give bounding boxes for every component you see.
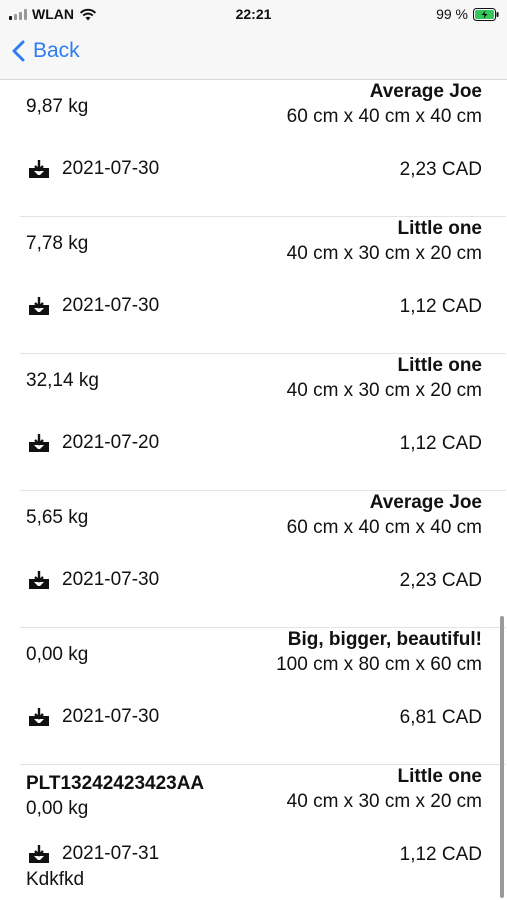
ship-date: 2021-07-31: [62, 843, 160, 864]
list-item[interactable]: PLT13242423423AA Little one 0,00 kg 40 c…: [20, 765, 506, 900]
package-title: Little one: [397, 766, 482, 787]
package-weight: 0,00 kg: [26, 798, 89, 819]
price: 1,12 CAD: [399, 433, 482, 454]
package-title: Big, bigger, beautiful!: [287, 629, 482, 650]
price: 2,23 CAD: [399, 159, 482, 180]
price: 1,12 CAD: [399, 844, 482, 865]
back-button[interactable]: Back: [12, 39, 80, 63]
date-group: 2021-07-30: [26, 569, 159, 591]
status-right: 99 %: [436, 6, 499, 22]
package-dimensions: 40 cm x 30 cm x 20 cm: [286, 791, 482, 812]
date-group: 2021-07-30: [26, 158, 159, 180]
package-dimensions: 60 cm x 40 cm x 40 cm: [286, 517, 482, 538]
list-item[interactable]: Little one 7,78 kg 40 cm x 30 cm x 20 cm…: [20, 217, 506, 354]
tray-download-icon: [29, 434, 49, 452]
date-group: 2021-07-20: [26, 432, 159, 454]
date-group: 2021-07-30: [26, 706, 159, 728]
list-item[interactable]: Average Joe 9,87 kg 60 cm x 40 cm x 40 c…: [20, 80, 506, 217]
package-weight: 5,65 kg: [26, 507, 89, 528]
package-title: Little one: [397, 355, 482, 376]
ship-date: 2021-07-30: [62, 158, 160, 179]
package-dimensions: 40 cm x 30 cm x 20 cm: [286, 243, 482, 264]
shipment-list: Average Joe 9,87 kg 60 cm x 40 cm x 40 c…: [0, 80, 507, 900]
package-title: Average Joe: [369, 492, 482, 513]
price: 2,23 CAD: [399, 570, 482, 591]
ship-date: 2021-07-30: [62, 295, 160, 316]
ship-date: 2021-07-20: [62, 432, 160, 453]
package-weight: 9,87 kg: [26, 96, 89, 117]
navigation-bar: Back: [0, 30, 507, 80]
package-dimensions: 40 cm x 30 cm x 20 cm: [286, 380, 482, 401]
package-weight: 7,78 kg: [26, 233, 89, 254]
package-title: Little one: [397, 218, 482, 239]
scrollbar[interactable]: [500, 616, 504, 898]
date-group: 2021-07-30: [26, 295, 159, 317]
price: 6,81 CAD: [399, 707, 482, 728]
back-label: Back: [33, 39, 80, 62]
ship-date: 2021-07-30: [62, 706, 160, 727]
list-item[interactable]: Big, bigger, beautiful! 0,00 kg 100 cm x…: [20, 628, 506, 765]
package-note: Kdkfkd: [26, 869, 85, 890]
package-reference: PLT13242423423AA: [26, 773, 205, 794]
list-item[interactable]: Average Joe 5,65 kg 60 cm x 40 cm x 40 c…: [20, 491, 506, 628]
package-weight: 32,14 kg: [26, 370, 99, 391]
ship-date: 2021-07-30: [62, 569, 160, 590]
tray-download-icon: [29, 845, 49, 863]
tray-download-icon: [29, 571, 49, 589]
date-group: 2021-07-31: [26, 843, 159, 865]
package-dimensions: 100 cm x 80 cm x 60 cm: [276, 654, 482, 675]
tray-download-icon: [29, 160, 49, 178]
package-weight: 0,00 kg: [26, 644, 89, 665]
tray-download-icon: [29, 297, 49, 315]
package-title: Average Joe: [369, 81, 482, 102]
tray-download-icon: [29, 708, 49, 726]
battery-charging-icon: [473, 7, 499, 21]
chevron-left-icon: [12, 40, 25, 62]
status-bar: WLAN 22:21 99 %: [0, 0, 507, 30]
price: 1,12 CAD: [399, 296, 482, 317]
clock: 22:21: [235, 6, 272, 22]
battery-percent: 99 %: [436, 6, 468, 22]
list-item[interactable]: Little one 32,14 kg 40 cm x 30 cm x 20 c…: [20, 354, 506, 491]
package-dimensions: 60 cm x 40 cm x 40 cm: [286, 106, 482, 127]
